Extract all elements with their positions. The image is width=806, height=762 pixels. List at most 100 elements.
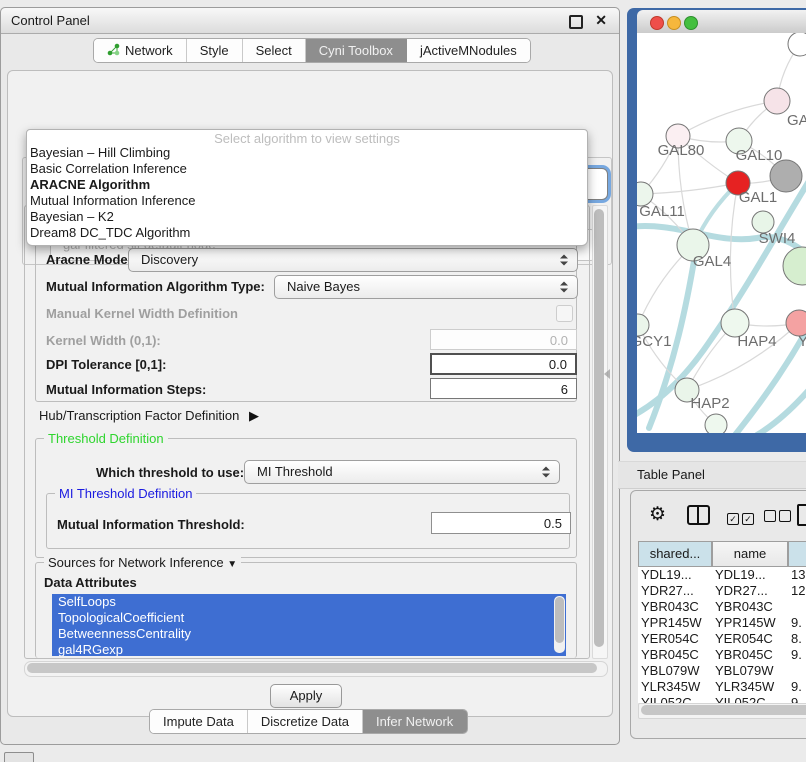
data-attribute-item[interactable]: TopologicalCoefficient: [52, 610, 566, 626]
algorithm-popup-list: Bayesian – Hill ClimbingBasic Correlatio…: [27, 145, 587, 241]
sources-group-title[interactable]: Sources for Network Inference ▼: [44, 555, 241, 570]
tab-cyni-toolbox[interactable]: Cyni Toolbox: [306, 39, 407, 62]
table-cell: YLR345W: [641, 679, 700, 694]
algorithm-definition-group: Algorithm Definition Aracne Mode: Discov…: [35, 228, 577, 402]
kernel-width-label: Kernel Width (0,1):: [46, 333, 161, 348]
gear-icon[interactable]: ⚙: [649, 505, 666, 524]
mi-threshold-field[interactable]: 0.5: [431, 512, 571, 534]
combo-arrows-icon: [560, 255, 568, 266]
hub-definition-toggle[interactable]: Hub/Transcription Factor Definition ▶: [39, 408, 259, 424]
apply-button[interactable]: Apply: [270, 684, 342, 708]
algorithm-popup-item[interactable]: Mutual Information Inference: [27, 193, 587, 209]
tab-jactivemnodules[interactable]: jActiveMNodules: [407, 39, 530, 62]
dpi-tolerance-field[interactable]: 0.0: [430, 353, 577, 375]
network-node-gal[interactable]: [764, 88, 790, 114]
data-attributes-list[interactable]: SelfLoopsTopologicalCoefficientBetweenne…: [52, 594, 566, 656]
algorithm-popup-item[interactable]: Bayesian – K2: [27, 209, 587, 225]
mi-type-combo[interactable]: Naive Bayes: [274, 275, 578, 299]
attribute-list-scrollbar[interactable]: [554, 596, 565, 653]
network-node-label: Y: [798, 333, 806, 350]
network-node-label: GAL11: [639, 203, 685, 220]
table-cell: YIL052C: [641, 695, 692, 703]
control-panel-titlebar: Control Panel ✕: [1, 8, 619, 34]
manual-kernel-checkbox[interactable]: [556, 305, 573, 322]
data-attribute-item[interactable]: BetweennessCentrality: [52, 626, 566, 642]
splitter-collapse-arrow[interactable]: [604, 369, 610, 379]
table-row[interactable]: YIL052CYIL052C9.: [638, 695, 806, 703]
table-horizontal-scrollbar[interactable]: [638, 703, 806, 719]
table-column-header[interactable]: shared...: [638, 541, 712, 567]
mi-steps-field[interactable]: 6: [430, 378, 577, 399]
close-icon[interactable]: ✕: [595, 8, 607, 33]
table-row[interactable]: YLR345WYLR345W9.: [638, 679, 806, 695]
algorithm-popup-item[interactable]: Basic Correlation Inference: [27, 161, 587, 177]
algorithm-popup-item[interactable]: Bayesian – Hill Climbing: [27, 145, 587, 161]
table-row[interactable]: YDR27...YDR27...12: [638, 583, 806, 599]
mi-type-value: Naive Bayes: [287, 279, 360, 294]
tab-network[interactable]: Network: [94, 39, 187, 62]
mac-minimize-icon[interactable]: [667, 16, 681, 30]
algorithm-popup-placeholder: Select algorithm to view settings: [27, 130, 587, 145]
table-cell: 9.: [791, 615, 802, 630]
mi-type-label: Mutual Information Algorithm Type:: [46, 279, 265, 294]
network-view-window: GALGAL80GAL10GAL1GAL11SWI4GAL4GCY1HAP4YH…: [627, 8, 806, 452]
table-column-header[interactable]: name: [712, 541, 788, 567]
algorithm-dropdown-popup: Select algorithm to view settings Bayesi…: [26, 129, 588, 246]
cyni-toolbox-panel: gal-filtered sif default node Select alg…: [7, 70, 613, 717]
data-attribute-item[interactable]: SelfLoops: [52, 594, 566, 610]
tab-discretize-data[interactable]: Discretize Data: [248, 710, 363, 733]
network-node[interactable]: [770, 160, 802, 192]
table-column-header[interactable]: A: [788, 541, 806, 567]
algorithm-popup-item[interactable]: ARACNE Algorithm: [27, 177, 587, 193]
dpi-tolerance-label: DPI Tolerance [0,1]:: [46, 357, 166, 372]
tab-style[interactable]: Style: [187, 39, 243, 62]
network-canvas[interactable]: GALGAL80GAL10GAL1GAL11SWI4GAL4GCY1HAP4YH…: [637, 33, 806, 433]
table-cell: YIL052C: [715, 695, 766, 703]
which-threshold-combo[interactable]: MI Threshold: [244, 460, 560, 484]
table-cell: 13: [791, 567, 805, 582]
cyni-bottom-tabs: Impute DataDiscretize DataInfer Network: [149, 709, 468, 734]
deselect-all-checkboxes-icon[interactable]: [764, 509, 794, 527]
table-cell: YBR043C: [641, 599, 699, 614]
document-icon[interactable]: [797, 504, 806, 526]
table-row[interactable]: YBL079WYBL079W: [638, 663, 806, 679]
combo-arrows-icon: [560, 282, 568, 293]
tab-impute-data[interactable]: Impute Data: [150, 710, 248, 733]
split-columns-icon[interactable]: [687, 505, 710, 525]
mac-close-icon[interactable]: [650, 16, 664, 30]
network-edge: [678, 101, 777, 136]
table-cell: YER054C: [715, 631, 773, 646]
table-row[interactable]: YER054CYER054C8.: [638, 631, 806, 647]
kernel-width-field[interactable]: 0.0: [430, 329, 577, 350]
partial-button[interactable]: [4, 752, 34, 762]
network-icon: [107, 43, 120, 59]
data-attribute-item[interactable]: gal4RGexp: [52, 642, 566, 656]
table-panel-title: Table Panel: [637, 462, 705, 488]
network-node[interactable]: [783, 247, 806, 285]
network-node-label: GAL1: [739, 189, 777, 206]
settings-vertical-scrollbar[interactable]: [592, 205, 608, 659]
network-node[interactable]: [705, 414, 727, 433]
table-row[interactable]: YBR043CYBR043C: [638, 599, 806, 615]
table-cell: YER054C: [641, 631, 699, 646]
settings-horizontal-scrollbar[interactable]: [24, 661, 608, 677]
data-attributes-label: Data Attributes: [44, 575, 137, 590]
aracne-mode-combo[interactable]: Discovery: [128, 248, 578, 272]
table-row[interactable]: YPR145WYPR145W9.: [638, 615, 806, 631]
table-cell: 9.: [791, 647, 802, 662]
table-row[interactable]: YBR045CYBR045C9.: [638, 647, 806, 663]
select-all-checkboxes-icon[interactable]: ✓✓: [727, 509, 757, 527]
table-cell: YDL19...: [715, 567, 766, 582]
table-row[interactable]: YDL19...YDL19...13: [638, 567, 806, 583]
mac-zoom-icon[interactable]: [684, 16, 698, 30]
float-window-icon[interactable]: [569, 15, 583, 29]
network-node[interactable]: [788, 33, 806, 56]
aracne-mode-value: Discovery: [141, 252, 198, 267]
table-cell: 9.: [791, 679, 802, 694]
which-threshold-label: Which threshold to use:: [96, 465, 244, 480]
tab-infer-network[interactable]: Infer Network: [363, 710, 467, 733]
tab-select[interactable]: Select: [243, 39, 306, 62]
algorithm-popup-item[interactable]: Dream8 DC_TDC Algorithm: [27, 225, 587, 241]
table-cell: YPR145W: [641, 615, 702, 630]
network-node-label: GAL4: [693, 253, 731, 270]
